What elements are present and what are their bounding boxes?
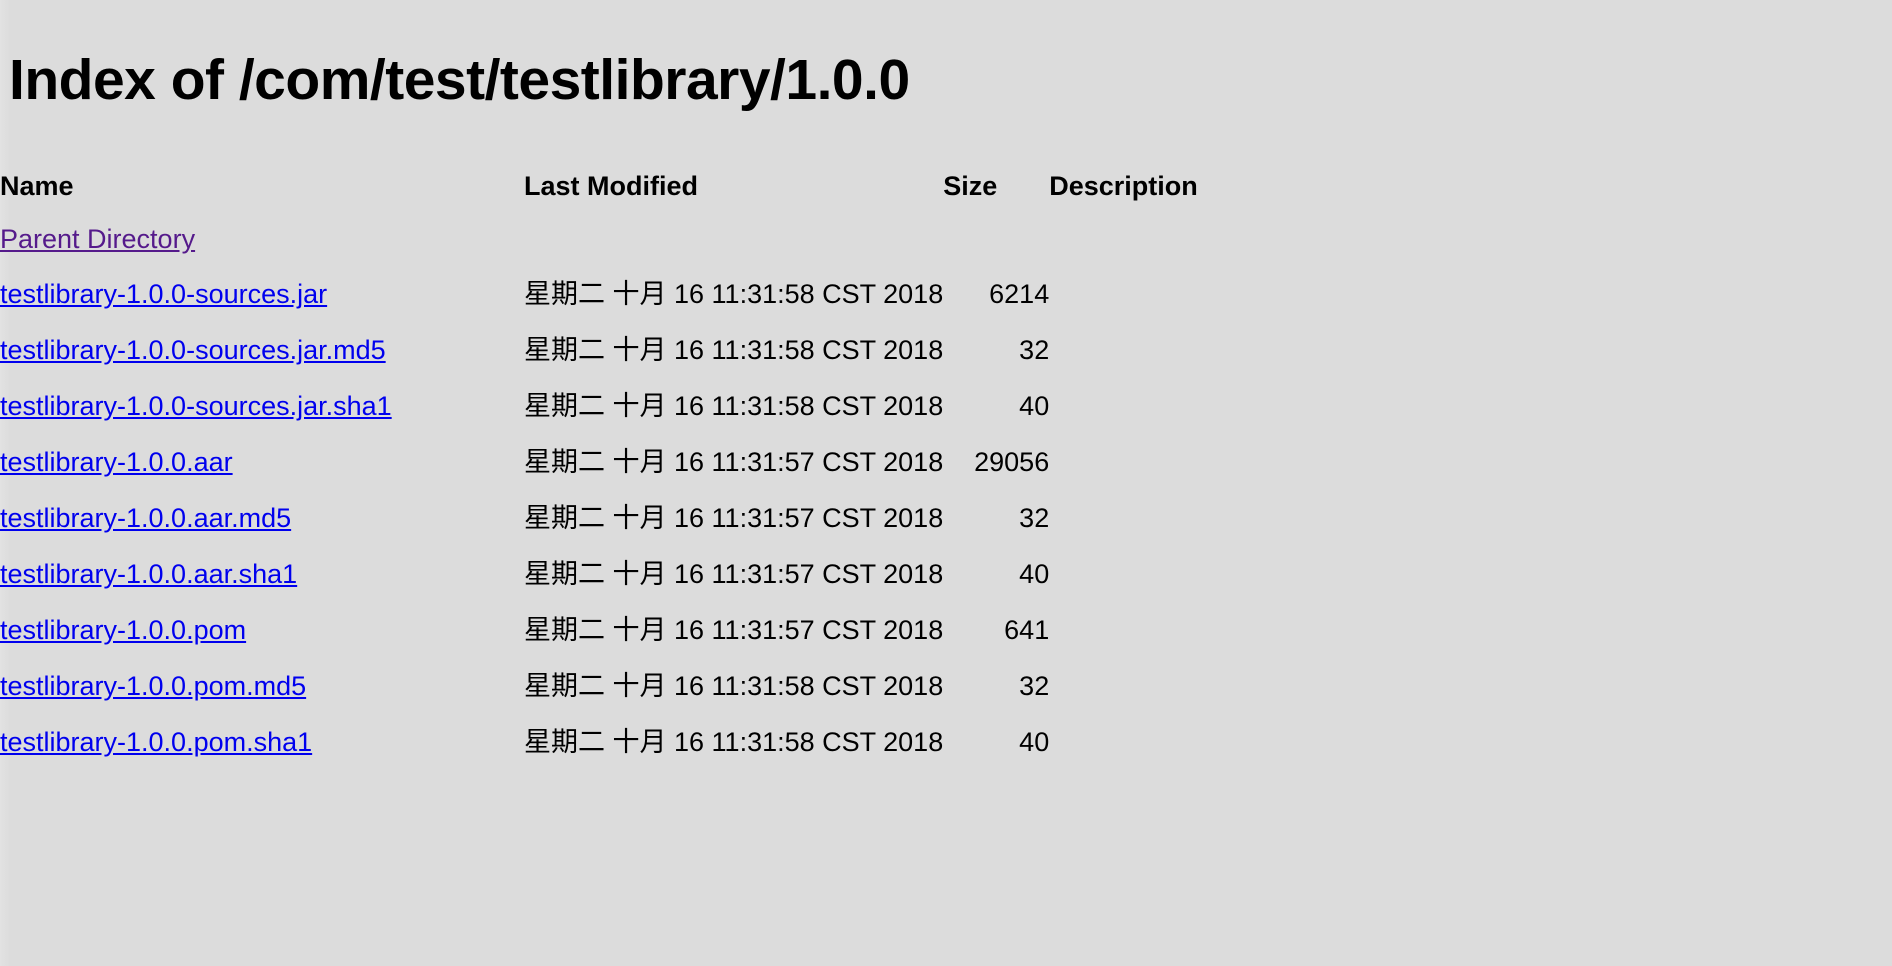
directory-listing-table: Name Last Modified Size Description Pare… xyxy=(0,160,1198,770)
file-size: 40 xyxy=(1019,727,1050,757)
file-link[interactable]: testlibrary-1.0.0-sources.jar xyxy=(0,279,327,309)
file-size: 40 xyxy=(1019,391,1050,421)
column-header-description: Description xyxy=(1049,171,1198,201)
parent-directory-size xyxy=(943,212,1049,266)
parent-directory-last-modified xyxy=(524,212,943,266)
file-last-modified: 星期二 十月 16 11:31:57 CST 2018 xyxy=(524,615,944,645)
table-row: testlibrary-1.0.0.pom.sha1 星期二 十月 16 11:3… xyxy=(0,714,1198,770)
file-link[interactable]: testlibrary-1.0.0.pom.sha1 xyxy=(0,727,312,757)
table-row: testlibrary-1.0.0.pom 星期二 十月 16 11:31:57 … xyxy=(0,602,1198,658)
file-name-cell: testlibrary-1.0.0.aar.sha1 xyxy=(0,546,524,602)
file-name-cell: testlibrary-1.0.0-sources.jar.md5 xyxy=(0,322,524,378)
file-description xyxy=(1049,490,1198,546)
file-description xyxy=(1049,546,1198,602)
file-name-cell: testlibrary-1.0.0.pom.md5 xyxy=(0,658,524,714)
file-description xyxy=(1049,602,1198,658)
file-last-modified: 星期二 十月 16 11:31:57 CST 2018 xyxy=(524,503,944,533)
file-rows-body: testlibrary-1.0.0-sources.jar 星期二 十月 16 1… xyxy=(0,266,1198,770)
table-row: testlibrary-1.0.0-sources.jar 星期二 十月 16 1… xyxy=(0,266,1198,322)
parent-directory-description xyxy=(1049,212,1198,266)
file-link[interactable]: testlibrary-1.0.0.pom.md5 xyxy=(0,671,306,701)
parent-directory-link[interactable]: Parent Directory xyxy=(0,224,195,254)
table-body: Parent Directory xyxy=(0,212,1198,266)
file-description xyxy=(1049,434,1198,490)
table-row: testlibrary-1.0.0.aar.md5 星期二 十月 16 11:31… xyxy=(0,490,1198,546)
file-name-cell: testlibrary-1.0.0-sources.jar.sha1 xyxy=(0,378,524,434)
parent-directory-row: Parent Directory xyxy=(0,212,1198,266)
file-name-cell: testlibrary-1.0.0.pom.sha1 xyxy=(0,714,524,770)
file-last-modified: 星期二 十月 16 11:31:58 CST 2018 xyxy=(524,335,944,365)
table-header: Name Last Modified Size Description xyxy=(0,160,1198,212)
page-title: Index of /com/test/testlibrary/1.0.0 xyxy=(9,48,910,112)
file-description xyxy=(1049,322,1198,378)
file-link[interactable]: testlibrary-1.0.0.pom xyxy=(0,615,246,645)
table-row: testlibrary-1.0.0-sources.jar.sha1 星期二 十月… xyxy=(0,378,1198,434)
table-row: testlibrary-1.0.0.pom.md5 星期二 十月 16 11:31… xyxy=(0,658,1198,714)
file-link[interactable]: testlibrary-1.0.0.aar xyxy=(0,447,233,477)
file-name-cell: testlibrary-1.0.0.aar xyxy=(0,434,524,490)
file-last-modified: 星期二 十月 16 11:31:58 CST 2018 xyxy=(524,671,944,701)
file-name-cell: testlibrary-1.0.0-sources.jar xyxy=(0,266,524,322)
file-last-modified: 星期二 十月 16 11:31:57 CST 2018 xyxy=(524,559,944,589)
table-row: testlibrary-1.0.0-sources.jar.md5 星期二 十月 … xyxy=(0,322,1198,378)
file-size: 40 xyxy=(1019,559,1050,589)
file-last-modified: 星期二 十月 16 11:31:57 CST 2018 xyxy=(524,447,944,477)
file-name-cell: testlibrary-1.0.0.aar.md5 xyxy=(0,490,524,546)
table-row: testlibrary-1.0.0.aar.sha1 星期二 十月 16 11:3… xyxy=(0,546,1198,602)
column-header-last-modified: Last Modified xyxy=(524,171,698,201)
file-last-modified: 星期二 十月 16 11:31:58 CST 2018 xyxy=(524,727,944,757)
file-description xyxy=(1049,658,1198,714)
file-last-modified: 星期二 十月 16 11:31:58 CST 2018 xyxy=(524,391,944,421)
file-name-cell: testlibrary-1.0.0.pom xyxy=(0,602,524,658)
file-description xyxy=(1049,378,1198,434)
file-last-modified: 星期二 十月 16 11:31:58 CST 2018 xyxy=(524,279,944,309)
file-size: 29056 xyxy=(974,447,1050,477)
file-size: 32 xyxy=(1019,671,1050,701)
table-header-row: Name Last Modified Size Description xyxy=(0,160,1198,212)
file-description xyxy=(1049,714,1198,770)
file-link[interactable]: testlibrary-1.0.0.aar.sha1 xyxy=(0,559,297,589)
column-header-name: Name xyxy=(0,171,74,201)
file-size: 32 xyxy=(1019,335,1050,365)
file-size: 32 xyxy=(1019,503,1050,533)
file-description xyxy=(1049,266,1198,322)
file-size: 6214 xyxy=(989,279,1050,309)
table-row: testlibrary-1.0.0.aar 星期二 十月 16 11:31:57 … xyxy=(0,434,1198,490)
parent-directory-cell: Parent Directory xyxy=(0,212,524,266)
file-link[interactable]: testlibrary-1.0.0-sources.jar.md5 xyxy=(0,335,386,365)
file-link[interactable]: testlibrary-1.0.0-sources.jar.sha1 xyxy=(0,391,392,421)
file-link[interactable]: testlibrary-1.0.0.aar.md5 xyxy=(0,503,291,533)
column-header-size: Size xyxy=(943,171,998,201)
file-size: 641 xyxy=(1004,615,1050,645)
